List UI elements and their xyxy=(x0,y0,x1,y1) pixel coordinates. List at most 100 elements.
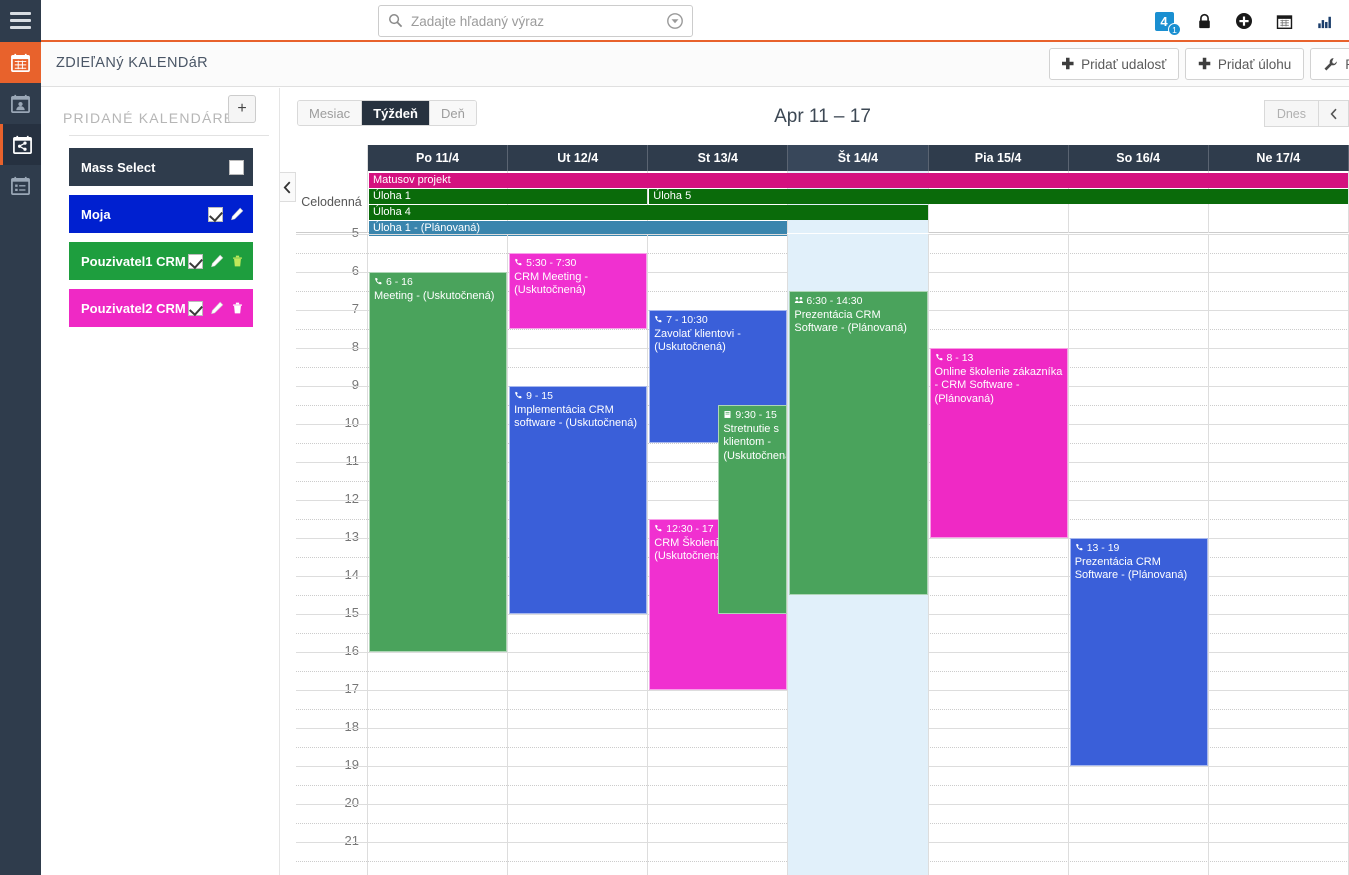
calendar-share-icon xyxy=(12,135,32,154)
event-time: 5:30 - 7:30 xyxy=(514,257,642,271)
hamburger-menu-icon[interactable] xyxy=(10,12,31,29)
day-header-5[interactable]: So 16/4 xyxy=(1068,145,1209,171)
calendar-person-icon xyxy=(11,94,30,113)
rail-header xyxy=(0,0,41,42)
event-time: 6 - 16 xyxy=(374,276,502,290)
rail-my-calendar[interactable] xyxy=(0,83,41,124)
calendar-item-0[interactable]: Mass Select xyxy=(69,148,253,186)
calendar-nav-group: Dnes xyxy=(1263,100,1349,127)
search-icon xyxy=(389,14,403,28)
top-bar: 4 1 xyxy=(0,0,1349,42)
calendar-list-icon xyxy=(11,176,30,195)
sidebar-collapse-button[interactable] xyxy=(280,172,296,202)
calendar-item-3[interactable]: Pouzivatel2 CRM S... xyxy=(69,289,253,327)
calendar-visibility-checkbox[interactable] xyxy=(208,206,223,222)
day-header-3[interactable]: Št 14/4 xyxy=(788,145,929,171)
hour-label-9: 9 xyxy=(351,377,359,392)
pencil-icon[interactable] xyxy=(210,301,224,315)
prev-week-button[interactable] xyxy=(1319,100,1349,127)
day-header-row: Po 11/4 Ut 12/4 St 13/4 Št 14/4 Pia 15/4 So 1… xyxy=(296,145,1349,171)
notifications-badge[interactable]: 4 1 xyxy=(1153,10,1181,36)
sidebar-heading: PRIDANÉ KALENDÁRE xyxy=(63,110,235,126)
calendar-item-label: Moja xyxy=(81,206,111,222)
calendar-body[interactable]: 5 6 7 8 9 10 11 12 13 14 15 16 17 18 19 20 21 6 - 16 Meet… xyxy=(296,225,1349,875)
trash-icon[interactable] xyxy=(231,301,244,315)
add-task-label: Pridať úlohu xyxy=(1217,56,1292,72)
rail-calendar[interactable] xyxy=(0,42,41,83)
hour-label-8: 8 xyxy=(351,339,359,354)
rail-task-list[interactable] xyxy=(0,165,41,206)
hour-label-18: 18 xyxy=(344,719,359,734)
day-header-2[interactable]: St 13/4 xyxy=(648,145,789,171)
all-day-event-3[interactable]: Úloha 4 xyxy=(369,205,928,220)
customize-button[interactable]: Prisp xyxy=(1310,48,1349,80)
add-calendar-button[interactable]: + xyxy=(228,95,256,123)
day-header-4[interactable]: Pia 15/4 xyxy=(928,145,1069,171)
hour-label-7: 7 xyxy=(351,301,359,316)
calendar-icon xyxy=(11,53,30,72)
phone-icon xyxy=(654,523,664,537)
event-time: 9 - 15 xyxy=(514,390,642,404)
plus-circle-icon[interactable] xyxy=(1233,10,1255,32)
pencil-icon[interactable] xyxy=(210,254,224,268)
calendar-list: Mass Select Moja Pouzivatel1 CRM S... Pouzi… xyxy=(69,148,253,336)
rail-shared-calendar[interactable] xyxy=(0,124,41,165)
calendar-icon[interactable] xyxy=(1273,10,1295,32)
all-day-event-1[interactable]: Úloha 1 xyxy=(369,189,648,204)
hour-label-16: 16 xyxy=(344,643,359,658)
calendar-visibility-checkbox[interactable] xyxy=(188,253,203,269)
day-header-1[interactable]: Ut 12/4 xyxy=(508,145,649,171)
event-title: Stretnutie s klientom - (Uskutočnená) xyxy=(723,422,786,462)
today-button[interactable]: Dnes xyxy=(1263,100,1319,127)
chevron-left-icon xyxy=(283,180,291,194)
lock-icon[interactable] xyxy=(1193,10,1215,32)
calendar-item-actions xyxy=(188,253,244,269)
calendar-area: Mesiac Týždeň Deň Apr 11 – 17 Dnes Po 11/4… xyxy=(296,88,1349,875)
day-header-0[interactable]: Po 11/4 xyxy=(368,145,509,171)
calendar-event-8[interactable]: 13 - 19 Prezentácia CRM Software - (Pláno… xyxy=(1069,538,1208,766)
day-column-6[interactable] xyxy=(1209,234,1349,875)
calendar-event-6[interactable]: 6:30 - 14:30 Prezentácia CRM Software - (… xyxy=(789,291,928,595)
hour-label-19: 19 xyxy=(344,757,359,772)
day-column-4[interactable] xyxy=(929,234,1069,875)
hour-label-5: 5 xyxy=(351,225,359,240)
calendar-event-4[interactable]: 9:30 - 15 Stretnutie s klientom - (Uskuto… xyxy=(718,405,788,614)
calendar-visibility-checkbox[interactable] xyxy=(188,300,203,316)
calendar-event-7[interactable]: 8 - 13 Online školenie zákazníka - CRM So… xyxy=(929,348,1068,538)
pencil-icon[interactable] xyxy=(230,207,244,221)
left-icon-rail xyxy=(0,42,41,875)
calendar-visibility-checkbox[interactable] xyxy=(229,159,244,175)
search-input[interactable] xyxy=(411,6,646,36)
add-task-button[interactable]: ✚ Pridať úlohu xyxy=(1185,48,1305,80)
notification-sub-count: 1 xyxy=(1168,23,1181,36)
calendar-item-2[interactable]: Pouzivatel1 CRM S... xyxy=(69,242,253,280)
calendar-event-0[interactable]: 6 - 16 Meeting - (Uskutočnená) xyxy=(369,272,508,652)
hour-label-17: 17 xyxy=(344,681,359,696)
calendar-event-2[interactable]: 9 - 15 Implementácia CRM software - (Usku… xyxy=(509,386,648,614)
calendar-item-actions xyxy=(208,206,244,222)
event-time: 8 - 13 xyxy=(935,352,1063,366)
search-box[interactable] xyxy=(378,5,693,37)
hour-label-13: 13 xyxy=(344,529,359,544)
chevron-circle-down-icon[interactable] xyxy=(667,13,683,29)
day-header-6[interactable]: Ne 17/4 xyxy=(1208,145,1349,171)
top-icon-bar: 4 1 xyxy=(1153,0,1343,42)
all-day-event-2[interactable]: Úloha 5 xyxy=(649,189,1348,204)
calendar-event-1[interactable]: 5:30 - 7:30 CRM Meeting - (Uskutočnená) xyxy=(509,253,648,329)
phone-icon xyxy=(514,257,524,271)
chart-bar-icon[interactable] xyxy=(1313,10,1335,32)
all-day-event-0[interactable]: Matusov projekt xyxy=(369,173,1348,188)
all-day-section: Celodenná Matusov projekt Úloha 1 Úloha 5Ú… xyxy=(296,171,1349,236)
hour-label-10: 10 xyxy=(344,415,359,430)
calendar-grid: Po 11/4 Ut 12/4 St 13/4 Št 14/4 Pia 15/4 So 1… xyxy=(296,145,1349,875)
trash-icon[interactable] xyxy=(231,254,244,268)
time-column-header xyxy=(296,145,368,171)
customize-label: Prisp xyxy=(1345,57,1349,72)
calendar-item-label: Pouzivatel1 CRM S... xyxy=(81,253,188,269)
calendars-sidebar: PRIDANÉ KALENDÁRE + Mass Select Moja Pouzi… xyxy=(41,88,280,875)
calendar-item-actions xyxy=(229,159,244,175)
add-event-button[interactable]: ✚ Pridať udalosť xyxy=(1048,48,1180,80)
calendar-item-1[interactable]: Moja xyxy=(69,195,253,233)
hour-label-12: 12 xyxy=(344,491,359,506)
plus-icon: ✚ xyxy=(1061,56,1075,73)
